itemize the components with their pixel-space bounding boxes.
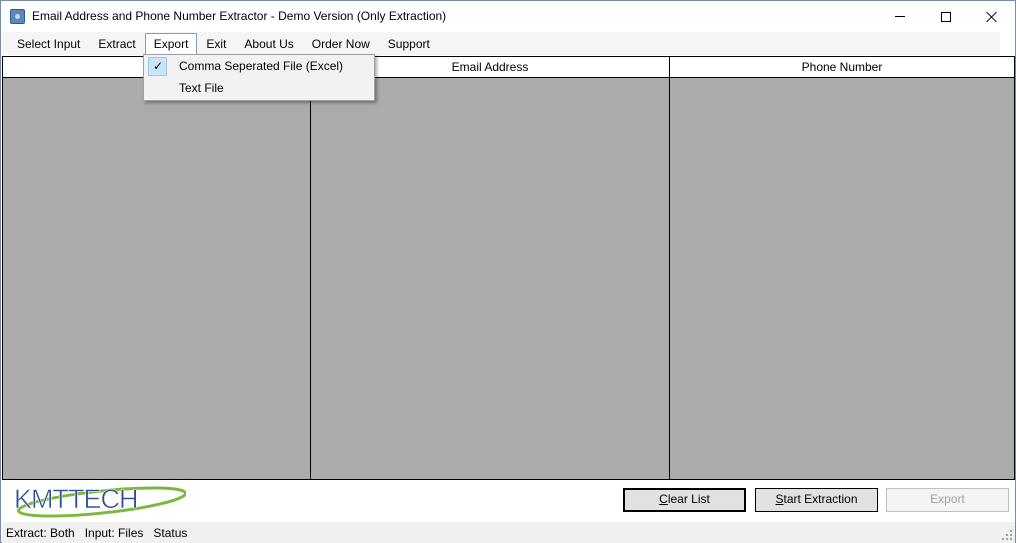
checkmark-highlight: ✓ xyxy=(148,57,167,76)
resize-grip-icon[interactable] xyxy=(1002,530,1012,540)
column-header-phone[interactable]: Phone Number xyxy=(670,57,1014,77)
logo-text: KMTTECH xyxy=(14,484,138,514)
menu-extract[interactable]: Extract xyxy=(89,33,144,54)
status-extract-mode: Extract: Both xyxy=(6,525,75,540)
menu-exit[interactable]: Exit xyxy=(197,33,235,54)
results-grid[interactable]: File Email Address Phone Number xyxy=(2,56,1015,480)
menu-support[interactable]: Support xyxy=(379,33,439,54)
app-icon xyxy=(10,9,25,24)
checkmark-icon: ✓ xyxy=(153,59,164,73)
footer-panel: KMTTECH Clear List Start Extraction Expo… xyxy=(2,481,1015,522)
menu-about-us[interactable]: About Us xyxy=(235,33,302,54)
dropdown-item-csv-label: Comma Seperated File (Excel) xyxy=(179,59,344,73)
window-title: Email Address and Phone Number Extractor… xyxy=(32,9,447,23)
menu-bar: Select Input Extract Export Exit About U… xyxy=(2,32,1000,55)
title-bar: Email Address and Phone Number Extractor… xyxy=(1,1,1015,32)
close-button[interactable] xyxy=(969,1,1015,32)
menu-export[interactable]: Export xyxy=(144,33,198,54)
menu-order-now[interactable]: Order Now xyxy=(303,33,379,54)
start-extraction-button[interactable]: Start Extraction xyxy=(755,488,878,512)
minimize-icon xyxy=(895,16,905,17)
maximize-icon xyxy=(941,11,951,22)
export-button[interactable]: Export xyxy=(886,488,1009,512)
clear-list-label: lear List xyxy=(667,492,710,506)
maximize-button[interactable] xyxy=(923,1,969,32)
clear-list-button[interactable]: Clear List xyxy=(623,488,746,512)
dropdown-item-text-file[interactable]: Text File xyxy=(146,78,373,99)
kmttech-logo: KMTTECH xyxy=(14,484,186,518)
column-divider[interactable] xyxy=(310,57,311,479)
close-icon xyxy=(986,11,998,23)
dropdown-item-csv[interactable]: ✓ Comma Seperated File (Excel) xyxy=(146,56,373,77)
clear-list-mnemonic: C xyxy=(659,492,668,506)
status-bar: Extract: Both Input: Files Status xyxy=(2,522,1015,543)
status-input-mode: Input: Files xyxy=(84,525,144,540)
dropdown-item-text-file-label: Text File xyxy=(179,81,224,95)
start-extraction-label: tart Extraction xyxy=(783,492,858,506)
minimize-button[interactable] xyxy=(877,1,923,32)
column-divider[interactable] xyxy=(669,57,670,479)
export-dropdown-menu: ✓ Comma Seperated File (Excel) Text File xyxy=(143,54,375,101)
menu-select-input[interactable]: Select Input xyxy=(8,33,89,54)
app-window: Email Address and Phone Number Extractor… xyxy=(0,0,1016,543)
status-text: Status xyxy=(153,525,188,540)
